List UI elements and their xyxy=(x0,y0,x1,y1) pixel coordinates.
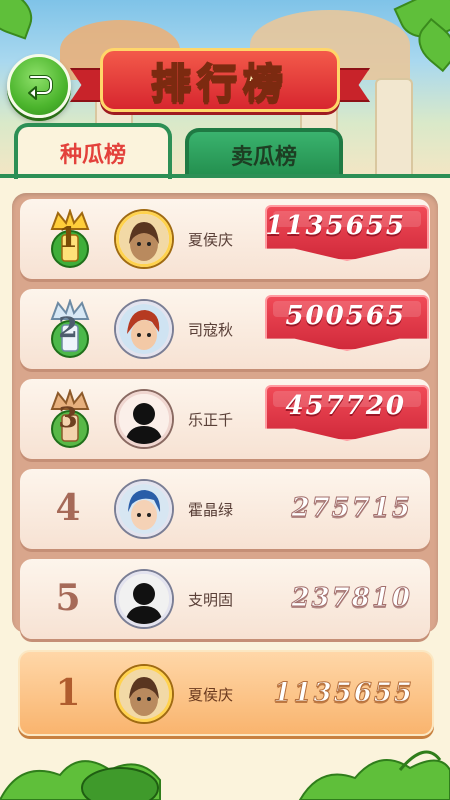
player-score: 275715 xyxy=(291,493,412,524)
rank-number: 5 xyxy=(55,577,81,619)
default-silhouette-icon xyxy=(119,394,169,444)
player-portrait xyxy=(119,214,169,264)
my-rank-bar: 1 夏侯庆 1135655 xyxy=(18,650,434,736)
avatar xyxy=(116,391,172,447)
avatar xyxy=(116,301,172,357)
tab-sell-melon[interactable]: 卖瓜榜 xyxy=(185,128,343,178)
player-score: 500565 xyxy=(285,301,406,331)
tab-plant-melon[interactable]: 种瓜榜 xyxy=(14,123,172,179)
ribbon-band: 排行榜 xyxy=(100,48,340,112)
player-name: 乐正千 xyxy=(188,411,234,429)
player-portrait xyxy=(119,484,169,534)
title-ribbon: 排行榜 xyxy=(70,40,370,112)
leaf-decoration xyxy=(0,0,40,40)
my-rank-number: 1 xyxy=(55,672,81,714)
leaderboard-row[interactable]: 2 司寇秋 500565 xyxy=(20,289,430,369)
player-name: 霍晶绿 xyxy=(188,501,234,519)
rank-number: 4 xyxy=(55,487,81,529)
leaderboard-row[interactable]: 5 支明固 237810 xyxy=(20,559,430,639)
rank-number: 3 xyxy=(58,401,78,434)
back-arrow-icon xyxy=(28,75,53,100)
player-score: 1135655 xyxy=(265,211,406,241)
back-button[interactable] xyxy=(7,54,71,118)
leaderboard-row[interactable]: 1 夏侯庆 1135655 xyxy=(20,199,430,279)
player-score: 457720 xyxy=(285,391,406,421)
player-portrait xyxy=(119,669,169,719)
player-portrait xyxy=(119,304,169,354)
tab-divider xyxy=(0,174,450,178)
leaderboard-list[interactable]: 1 夏侯庆 1135655 2 司寇秋 500565 3 乐正千 457720 … xyxy=(12,193,438,639)
player-name: 司寇秋 xyxy=(188,321,234,339)
rank-number: 1 xyxy=(58,221,78,254)
bottom-foliage-decoration xyxy=(0,750,450,800)
avatar xyxy=(116,571,172,627)
leaderboard-row[interactable]: 4 霍晶绿 275715 xyxy=(20,469,430,549)
default-silhouette-icon xyxy=(119,574,169,624)
avatar xyxy=(116,211,172,267)
player-name: 夏侯庆 xyxy=(188,231,234,249)
player-score: 237810 xyxy=(291,583,412,614)
leaderboard-row[interactable]: 3 乐正千 457720 xyxy=(20,379,430,459)
my-player-name: 夏侯庆 xyxy=(188,686,234,704)
page-title: 排行榜 xyxy=(150,60,289,108)
avatar xyxy=(116,481,172,537)
my-player-score: 1135655 xyxy=(273,678,414,709)
rank-number: 2 xyxy=(58,311,78,344)
my-avatar xyxy=(116,666,172,722)
player-name: 支明固 xyxy=(188,591,234,609)
pillar xyxy=(375,78,413,175)
